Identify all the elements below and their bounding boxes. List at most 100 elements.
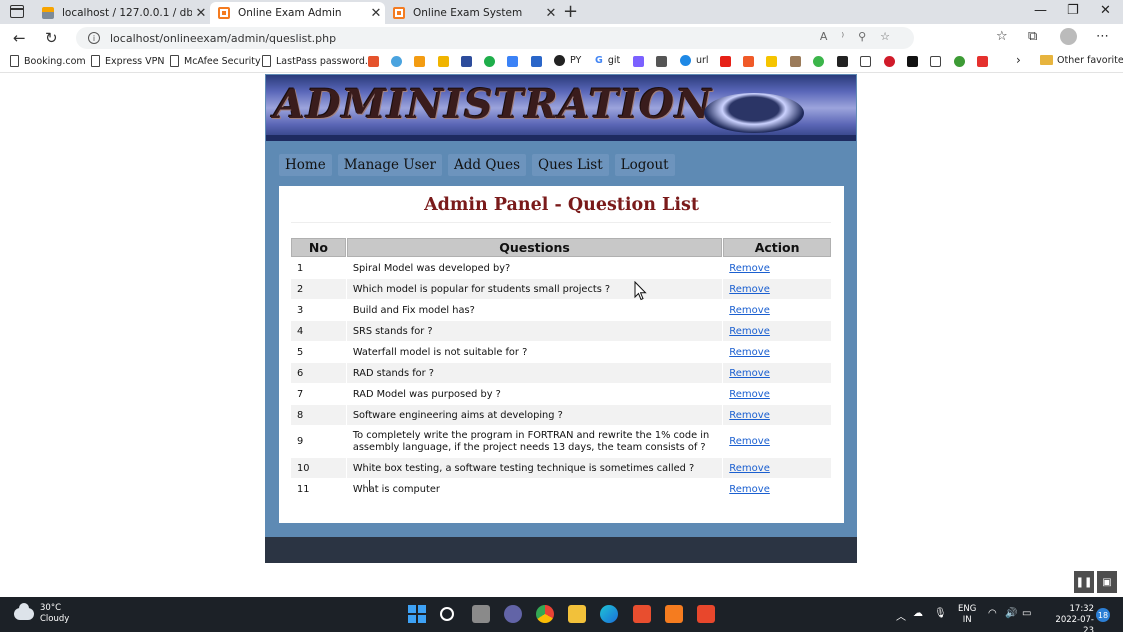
onedrive-icon[interactable]: ☁ (913, 608, 923, 619)
wifi-icon[interactable]: ◠ (988, 608, 997, 619)
column-header-questions: Questions (346, 238, 723, 257)
edge-icon[interactable] (600, 605, 618, 623)
bookmark-app-icon[interactable] (656, 56, 667, 67)
remove-link[interactable]: Remove (729, 410, 770, 421)
tab-phpmyadmin[interactable]: localhost / 127.0.0.1 / db_exam | ✕ (34, 2, 210, 24)
bookmark-app-icon[interactable] (790, 56, 801, 67)
minimize-icon[interactable]: — (1034, 3, 1047, 18)
address-tools-icon[interactable]: A⁾⚲☆ (820, 30, 904, 43)
close-tab-icon[interactable]: ✕ (542, 6, 560, 21)
remove-link[interactable]: Remove (729, 389, 770, 400)
remove-link[interactable]: Remove (729, 263, 770, 274)
url-field[interactable]: i localhost/onlineexam/admin/queslist.ph… (76, 27, 914, 49)
remove-link[interactable]: Remove (729, 463, 770, 474)
show-hidden-icons-icon[interactable]: ︿ (896, 608, 906, 623)
chrome-icon[interactable] (536, 605, 554, 623)
tab-online-exam-admin[interactable]: Online Exam Admin ✕ (210, 2, 385, 24)
notification-badge[interactable]: 18 (1096, 608, 1110, 622)
restore-icon[interactable]: ❐ (1067, 3, 1079, 18)
file-explorer-icon[interactable] (568, 605, 586, 623)
phpmyadmin-favicon-icon (42, 7, 54, 19)
bookmark-app-icon[interactable] (414, 56, 425, 67)
collections-icon[interactable]: ⧉ (1028, 29, 1037, 44)
app-icon[interactable] (697, 605, 715, 623)
remove-link[interactable]: Remove (729, 326, 770, 337)
bookmark-app-icon[interactable] (484, 56, 495, 67)
picture-in-picture-icon[interactable]: ▣ (1097, 571, 1117, 593)
youtube-icon[interactable] (720, 56, 731, 67)
row-question: SRS stands for ? (346, 321, 723, 341)
bookmark-app-icon[interactable] (813, 56, 824, 67)
teams-chat-icon[interactable] (504, 605, 522, 623)
battery-icon[interactable]: ▭ (1022, 608, 1031, 619)
favorites-icon[interactable]: ☆ (996, 29, 1008, 44)
bookmark-express-vpn[interactable]: Express VPN (91, 55, 164, 67)
remove-link[interactable]: Remove (729, 484, 770, 495)
microphone-icon[interactable]: 🎙 (934, 608, 947, 619)
remove-link[interactable]: Remove (729, 368, 770, 379)
tab-online-exam-system[interactable]: Online Exam System ✕ (385, 2, 560, 24)
bookmark-app-icon[interactable] (507, 56, 518, 67)
bookmark-app-icon[interactable] (743, 56, 754, 67)
language-indicator[interactable]: ENG IN (958, 604, 976, 626)
bookmark-app-icon[interactable] (766, 56, 777, 67)
close-window-icon[interactable]: ✕ (1100, 3, 1111, 18)
question-rows: 1 Spiral Model was developed by? Remove 2W… (291, 258, 831, 499)
refresh-icon[interactable]: ↻ (45, 29, 58, 47)
bookmark-app-icon[interactable] (461, 56, 472, 67)
heart-icon[interactable] (884, 56, 895, 67)
menu-add-ques[interactable]: Add Ques (448, 154, 527, 176)
more-menu-icon[interactable]: ⋯ (1096, 29, 1109, 44)
page-icon (10, 55, 19, 67)
close-tab-icon[interactable]: ✕ (367, 6, 385, 21)
bookmark-url[interactable]: url (680, 55, 709, 66)
site-info-icon[interactable]: i (88, 32, 100, 44)
menu-home[interactable]: Home (279, 154, 332, 176)
xampp-icon[interactable] (665, 605, 683, 623)
bookmark-chart-icon[interactable] (438, 56, 449, 67)
bookmark-mcafee[interactable]: McAfee Security (170, 55, 261, 67)
bookmark-app-icon[interactable] (368, 56, 379, 67)
remove-link[interactable]: Remove (729, 436, 770, 447)
text-cursor-icon (369, 480, 370, 491)
profile-avatar[interactable] (1060, 28, 1077, 45)
bookmark-app-icon[interactable] (391, 56, 402, 67)
other-favorites[interactable]: Other favorites (1057, 55, 1123, 66)
more-bookmarks-icon[interactable]: › (1016, 53, 1021, 67)
pause-icon[interactable]: ❚❚ (1074, 571, 1094, 593)
system-clock[interactable]: 17:32 2022-07-23 (1046, 604, 1094, 632)
remove-link[interactable]: Remove (729, 305, 770, 316)
menu-logout[interactable]: Logout (614, 154, 675, 176)
weather-widget[interactable]: 30°C Cloudy (14, 603, 69, 625)
tab-actions-icon[interactable] (10, 5, 24, 18)
bookmark-app-icon[interactable] (837, 56, 848, 67)
new-tab-icon[interactable]: + (563, 1, 578, 22)
table-row: 7 RAD Model was purposed by ? Remove (291, 384, 831, 404)
menu-ques-list[interactable]: Ques List (532, 154, 609, 176)
bookmark-app-icon[interactable] (531, 56, 542, 67)
sublime-icon[interactable] (633, 605, 651, 623)
back-icon[interactable]: ← (13, 29, 26, 47)
search-icon[interactable] (440, 607, 454, 621)
bookmark-app-icon[interactable] (977, 56, 988, 67)
table-row: 3 Build and Fix model has? Remove (291, 300, 831, 320)
bookmark-booking[interactable]: Booking.com (10, 55, 86, 67)
bookmark-app-icon[interactable] (907, 56, 918, 67)
mouse-cursor-icon (634, 281, 647, 301)
page-icon (170, 55, 179, 67)
remove-link[interactable]: Remove (729, 284, 770, 295)
close-tab-icon[interactable]: ✕ (192, 6, 210, 21)
bookmark-lastpass[interactable]: LastPass password... (262, 55, 374, 67)
volume-icon[interactable]: 🔊 (1005, 608, 1017, 619)
row-number: 2 (291, 279, 346, 299)
bookmark-app-icon[interactable] (633, 56, 644, 67)
page-icon[interactable] (860, 56, 871, 67)
bookmark-app-icon[interactable] (954, 56, 965, 67)
task-view-icon[interactable] (472, 605, 490, 623)
bookmark-py[interactable]: PY (554, 55, 581, 66)
bookmark-git[interactable]: Ggit (595, 55, 620, 66)
windows-start-icon[interactable] (408, 605, 426, 623)
page-icon[interactable] (930, 56, 941, 67)
remove-link[interactable]: Remove (729, 347, 770, 358)
menu-manage-user[interactable]: Manage User (337, 154, 442, 176)
